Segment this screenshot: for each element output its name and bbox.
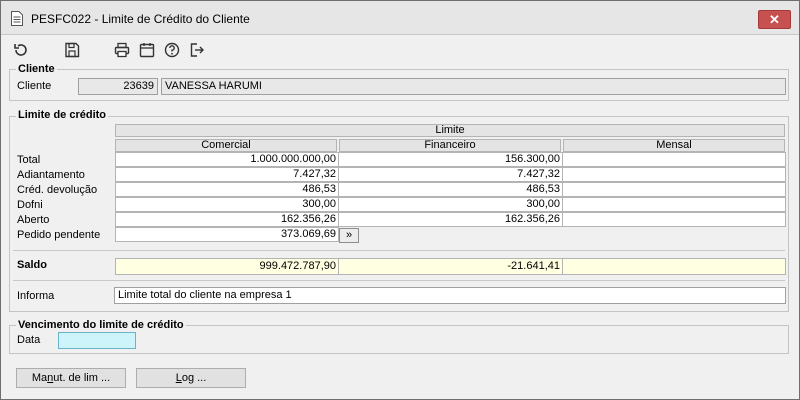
data-label: Data xyxy=(17,334,41,346)
informa-field[interactable]: Limite total do cliente na empresa 1 xyxy=(114,287,786,304)
calendar-icon xyxy=(139,43,155,58)
informa-separator xyxy=(13,280,785,281)
cliente-group-title: Cliente xyxy=(16,63,57,75)
total-comercial: 1.000.000.000,00 xyxy=(115,152,339,167)
cred-devolucao-comercial: 486,53 xyxy=(115,182,339,197)
close-button[interactable]: ✕ xyxy=(758,10,791,29)
row-label-aberto: Aberto xyxy=(17,214,50,226)
saldo-financeiro: -21.641,41 xyxy=(338,258,563,275)
adiantamento-comercial: 7.427,32 xyxy=(115,167,339,182)
saldo-mensal xyxy=(562,258,786,275)
window-title: PESFC022 - Limite de Crédito do Cliente xyxy=(31,12,250,26)
print-button[interactable] xyxy=(111,39,133,61)
cliente-label: Cliente xyxy=(17,80,52,92)
row-label-adiantamento: Adiantamento xyxy=(17,169,85,181)
limite-group-title: Limite de crédito xyxy=(16,109,109,121)
refresh-icon xyxy=(14,44,27,56)
manut-label-part: Ma xyxy=(31,372,48,384)
save-icon xyxy=(65,42,80,58)
total-financeiro: 156.300,00 xyxy=(338,152,563,167)
exit-button[interactable] xyxy=(186,39,208,61)
aberto-mensal xyxy=(562,212,786,227)
column-header-financeiro: Financeiro xyxy=(339,139,561,152)
close-icon: ✕ xyxy=(769,12,780,27)
row-label-cred-devolucao: Créd. devolução xyxy=(17,184,98,196)
column-header-mensal: Mensal xyxy=(563,139,785,152)
row-label-dofni: Dofni xyxy=(17,199,43,211)
informa-label: Informa xyxy=(17,290,55,302)
column-header-comercial: Comercial xyxy=(115,139,337,152)
data-field[interactable] xyxy=(58,332,136,349)
dofni-mensal xyxy=(562,197,786,212)
aberto-comercial: 162.356,26 xyxy=(115,212,339,227)
print-icon xyxy=(114,42,130,58)
title-bar: PESFC022 - Limite de Crédito do Cliente … xyxy=(1,1,799,35)
help-icon xyxy=(164,42,180,58)
dofni-financeiro: 300,00 xyxy=(338,197,563,212)
limite-header: Limite xyxy=(115,124,785,137)
manut-limite-button[interactable]: Manut. de lim ... xyxy=(16,368,126,388)
adiantamento-financeiro: 7.427,32 xyxy=(338,167,563,182)
cliente-name-field[interactable]: VANESSA HARUMI xyxy=(161,78,786,95)
row-label-total: Total xyxy=(17,154,41,166)
cliente-code-field[interactable]: 23639 xyxy=(78,78,158,95)
cred-devolucao-financeiro: 486,53 xyxy=(338,182,563,197)
saldo-comercial: 999.472.787,90 xyxy=(115,258,339,275)
log-label-rest: og ... xyxy=(181,372,207,384)
aberto-financeiro: 162.356,26 xyxy=(338,212,563,227)
manut-label-rest: ut. de lim ... xyxy=(53,372,111,384)
row-label-pedido-pendente: Pedido pendente xyxy=(17,229,101,241)
refresh-button[interactable] xyxy=(10,39,32,61)
pedido-pendente-expand-button[interactable]: » xyxy=(339,228,359,243)
main-window: PESFC022 - Limite de Crédito do Cliente … xyxy=(0,0,800,400)
save-button[interactable] xyxy=(61,39,83,61)
dofni-comercial: 300,00 xyxy=(115,197,339,212)
total-mensal xyxy=(562,152,786,167)
help-button[interactable] xyxy=(161,39,183,61)
document-icon xyxy=(11,11,23,26)
cred-devolucao-mensal xyxy=(562,182,786,197)
vencimento-group-title: Vencimento do limite de crédito xyxy=(16,319,186,331)
exit-icon xyxy=(190,43,204,57)
saldo-separator xyxy=(13,250,785,251)
calendar-button[interactable] xyxy=(136,39,158,61)
saldo-label: Saldo xyxy=(17,259,47,271)
log-button[interactable]: Log ... xyxy=(136,368,246,388)
adiantamento-mensal xyxy=(562,167,786,182)
pedido-pendente-comercial: 373.069,69 xyxy=(115,227,339,242)
